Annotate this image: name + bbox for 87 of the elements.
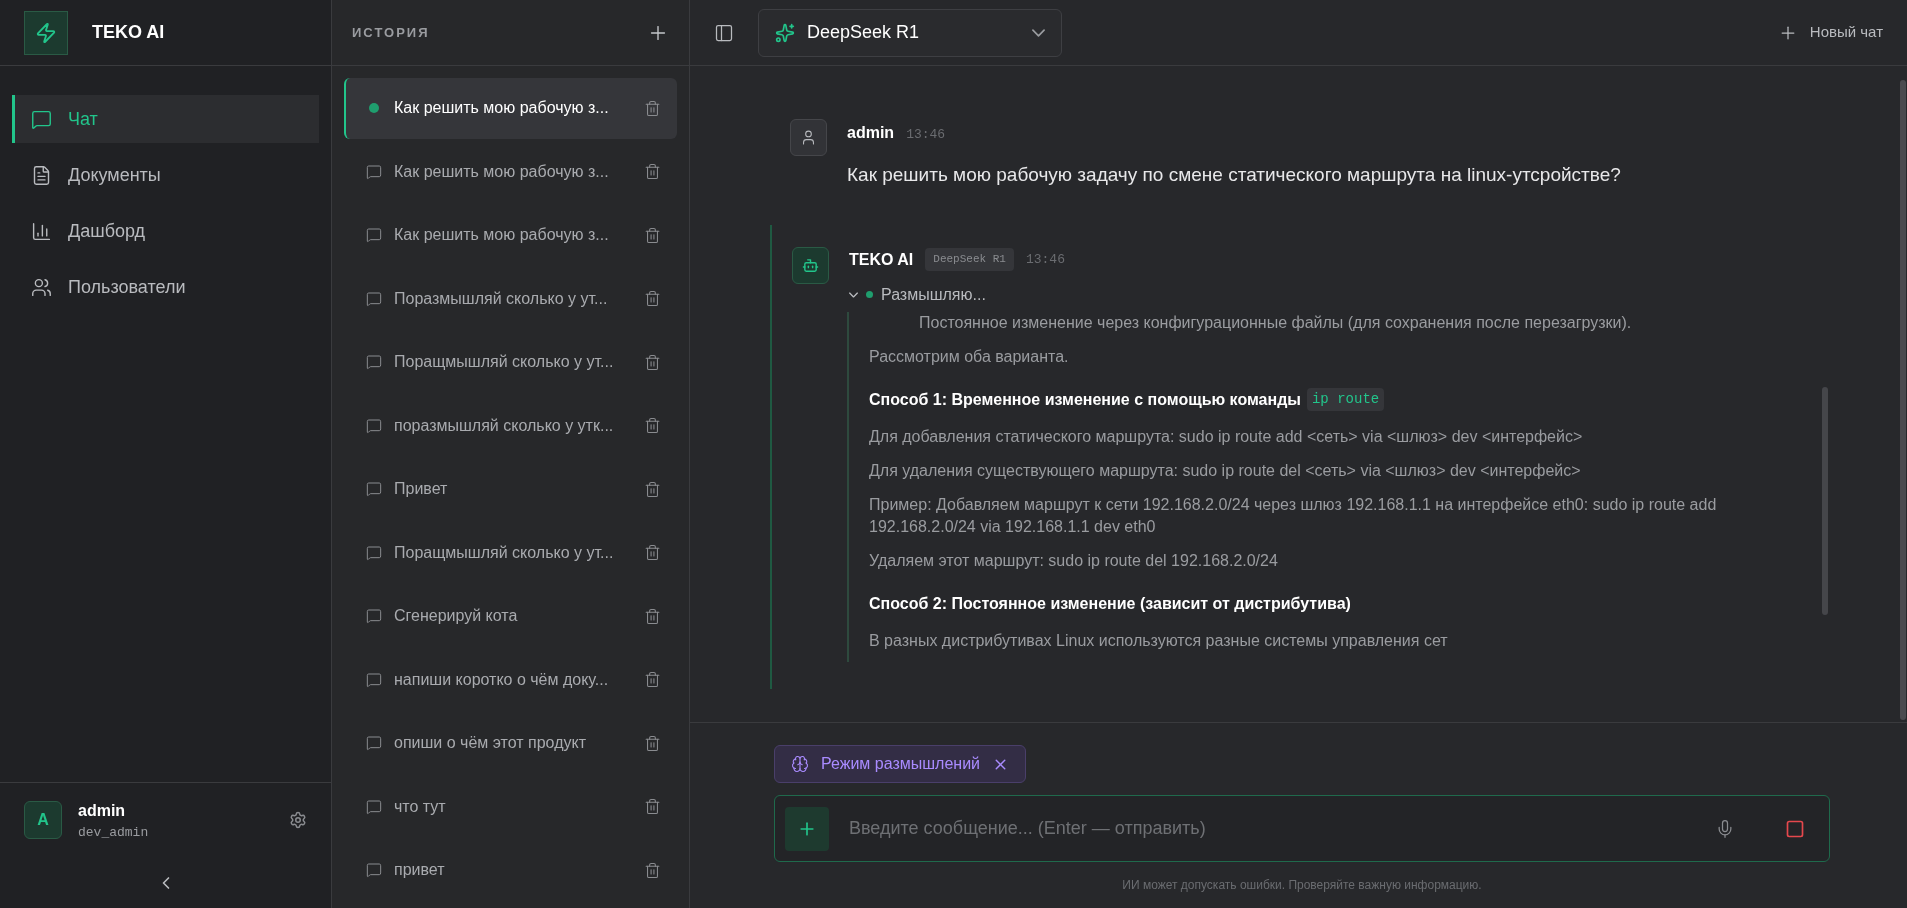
history-item[interactable]: опиши о чём этот продукт bbox=[344, 713, 677, 774]
history-title: ИСТОРИЯ bbox=[352, 23, 430, 42]
thinking-text: Для удаления существующего маршрута: sudo ip route del <сеть> via <шлюз> dev <интерфейс> bbox=[869, 460, 1582, 481]
history-item[interactable]: Поразмышляй сколько у ут... bbox=[344, 268, 677, 329]
new-chat-button[interactable]: Новый чат bbox=[1777, 21, 1883, 44]
user-handle: dev_admin bbox=[78, 823, 150, 842]
chat-bubble-icon bbox=[366, 163, 382, 180]
user-name: admin bbox=[78, 800, 127, 821]
message-input[interactable]: Введите сообщение... (Enter — отправить) bbox=[849, 815, 1695, 842]
history-item[interactable]: поразмышляй сколько у утк... bbox=[344, 395, 677, 456]
thinking-text: В разных дистрибутивах Linux используются разные системы управления сет bbox=[869, 630, 1449, 651]
history-item[interactable]: Сгенерируй кота bbox=[344, 586, 677, 647]
chat-bubble-icon bbox=[366, 290, 382, 307]
chat-bubble-icon bbox=[366, 735, 382, 752]
history-item[interactable]: напиши коротко о чём доку... bbox=[344, 649, 677, 710]
thinking-text: Пример: Добавляем маршрут к сети 192.168.2.0/24 через шлюз 192.168.1.1 на интерфейсе eth0: sudo ip route add 192.168.2.0/24 via 192.168.1.1 dev eth0 bbox=[869, 494, 1718, 537]
caret-icon bbox=[1032, 28, 1045, 37]
message-time: 13:46 bbox=[906, 126, 946, 144]
chat-bubble-icon bbox=[366, 354, 382, 371]
delete-icon[interactable] bbox=[644, 861, 661, 879]
thinking-text: Удаляем этот маршрут: sudo ip route del 192.168.2.0/24 bbox=[869, 550, 1279, 571]
bot-avatar bbox=[792, 246, 829, 284]
app-title: TEKO AI bbox=[92, 21, 165, 44]
nav-item[interactable]: Пользователи bbox=[12, 263, 319, 311]
users-icon bbox=[31, 276, 52, 298]
history-item[interactable]: Как решить мою рабочую з... bbox=[344, 205, 677, 266]
history-item[interactable]: привет bbox=[344, 840, 677, 901]
scrollbar[interactable] bbox=[1900, 80, 1906, 720]
delete-icon[interactable] bbox=[644, 607, 661, 625]
message-text: Как решить мою рабочую задачу по смене статического маршрута на linux-утсройстве? bbox=[847, 163, 1621, 187]
logo-icon bbox=[24, 10, 68, 55]
history-item[interactable]: Как решить мою рабочую з... bbox=[344, 141, 677, 202]
document-icon bbox=[31, 164, 52, 186]
model-select[interactable]: DeepSeek R1 bbox=[758, 8, 1062, 57]
history-item[interactable]: Поращмышляй сколько у ут... bbox=[344, 522, 677, 583]
delete-icon[interactable] bbox=[644, 353, 661, 371]
delete-icon[interactable] bbox=[644, 163, 661, 181]
user-avatar bbox=[790, 119, 827, 156]
history-item[interactable]: Поращмышляй сколько у ут... bbox=[344, 332, 677, 393]
author-name: TEKO AI bbox=[849, 249, 914, 270]
delete-icon[interactable] bbox=[644, 417, 661, 435]
scrollbar[interactable] bbox=[1822, 386, 1828, 615]
sidebar-toggle-icon[interactable] bbox=[714, 22, 734, 43]
bar-chart-icon bbox=[31, 220, 52, 242]
settings-icon[interactable] bbox=[289, 811, 307, 830]
chat-bubble-icon bbox=[366, 608, 382, 625]
delete-icon[interactable] bbox=[644, 99, 661, 117]
model-tag: DeepSeek R1 bbox=[925, 248, 1014, 271]
nav-item[interactable]: Чат bbox=[12, 95, 319, 143]
thinking-heading: Способ 1: Временное изменение с помощью команды bbox=[869, 389, 1301, 410]
delete-icon[interactable] bbox=[644, 671, 661, 689]
message-field[interactable]: Введите сообщение... (Enter — отправить) bbox=[774, 795, 1830, 862]
disclaimer-text: ИИ может допускать ошибки. Проверяйте важную информацию. bbox=[1122, 877, 1482, 894]
delete-icon[interactable] bbox=[644, 544, 661, 562]
chat-bubble-icon bbox=[366, 227, 382, 244]
chat-bubble-icon bbox=[31, 108, 52, 130]
delete-icon[interactable] bbox=[644, 798, 661, 816]
history-item[interactable]: что тут bbox=[344, 776, 677, 837]
nav-item[interactable]: Документы bbox=[12, 151, 319, 199]
inline-code: ip route bbox=[1306, 388, 1385, 411]
thinking-text: Для добавления статического маршрута: sudo ip route add <сеть> via <шлюз> dev <интерфейс> bbox=[869, 426, 1584, 447]
sparkles-icon bbox=[775, 22, 795, 43]
thinking-text: Постоянное изменение через конфигурационные файлы (для сохранения после перезагрузки). bbox=[918, 312, 1633, 333]
user-avatar: A bbox=[24, 801, 62, 840]
delete-icon[interactable] bbox=[644, 226, 661, 244]
chat-bubble-icon bbox=[366, 417, 382, 434]
history-item[interactable]: Привет bbox=[344, 459, 677, 520]
nav-item[interactable]: Дашборд bbox=[12, 207, 319, 255]
thinking-heading: Способ 2: Постоянное изменение (зависит от дистрибутива) bbox=[869, 593, 1351, 614]
chevron-icon bbox=[849, 291, 858, 298]
brain-icon bbox=[791, 755, 809, 773]
chat-bubble-icon bbox=[366, 671, 382, 688]
stop-icon[interactable] bbox=[1785, 818, 1805, 839]
delete-icon[interactable] bbox=[644, 480, 661, 498]
chat-bubble-icon bbox=[366, 862, 382, 879]
chat-bubble-icon bbox=[366, 544, 382, 561]
chat-bubble-icon bbox=[366, 798, 382, 815]
chat-bubble-icon bbox=[366, 481, 382, 498]
delete-icon[interactable] bbox=[644, 290, 661, 308]
thinking-toggle[interactable]: Размышляю... bbox=[849, 282, 986, 307]
message-time: 13:46 bbox=[1025, 250, 1065, 269]
history-item[interactable]: Как решить мою рабочую з... bbox=[344, 78, 677, 139]
delete-icon[interactable] bbox=[644, 734, 661, 752]
thinking-text: Рассмотрим оба варианта. bbox=[869, 346, 1070, 367]
author-name: admin bbox=[847, 123, 895, 143]
thinking-mode-chip[interactable]: Режим размышлений bbox=[774, 745, 1026, 783]
attach-button[interactable] bbox=[785, 806, 829, 851]
